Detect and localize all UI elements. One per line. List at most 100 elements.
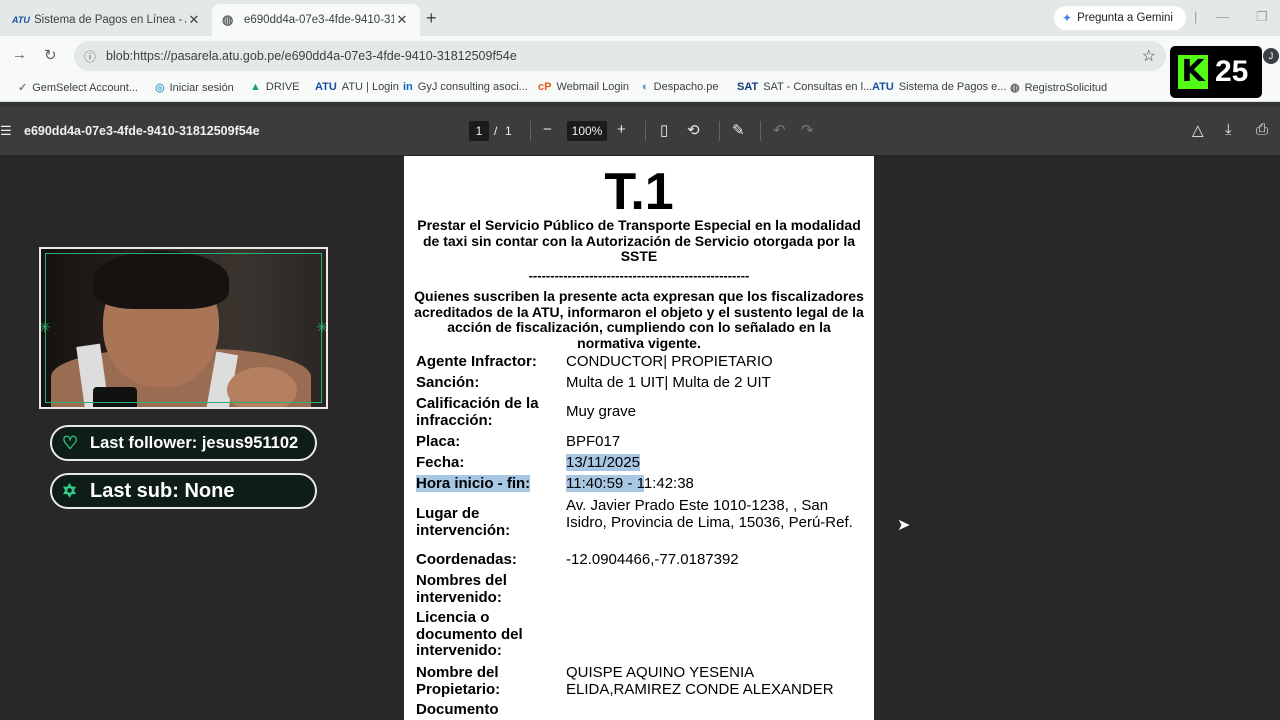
bookmark-label: GemSelect Account... [32,81,138,94]
field-label-licencia: Licencia o documento del intervenido: [416,609,523,659]
drive-save-icon[interactable]: △ [1192,121,1204,139]
mouse-cursor-icon: ➤ [897,517,911,534]
bookmark-registro[interactable]: ◍ RegistroSolicitud [1010,81,1108,95]
field-label-hora-wrap: Hora inicio - fin: [416,475,564,493]
bookmark-star-icon[interactable]: ☆ [1142,46,1156,66]
atu-icon: ATU [315,81,337,93]
kick-badge-number: 25 [1215,55,1249,88]
field-label-calificacion: Calificación de la infracción: [416,395,539,429]
browser-tab-bar: ATU Sistema de Pagos en Línea - AT ✕ ◍ e… [0,0,1280,36]
field-value-hora-rest: 1:42:38 [643,475,694,492]
gemini-label: Pregunta a Gemini [1077,12,1173,24]
print-icon[interactable]: ⎙ [1256,121,1268,138]
globe-icon: ◍ [222,12,234,27]
bookmark-iniciar-sesion[interactable]: ◎ Iniciar sesión [155,81,234,95]
tab-title: Sistema de Pagos en Línea - AT [34,14,186,26]
field-label-fecha: Fecha: [416,454,465,471]
document-subtitle: Prestar el Servicio Público de Transport… [417,217,861,264]
field-label-placa: Placa: [416,433,461,450]
bookmark-label: Sistema de Pagos e... [898,81,1007,93]
bookmark-atu-login[interactable]: ATU ATU | Login [315,81,399,93]
zoom-out-icon[interactable]: − [543,121,552,138]
last-sub-text: Last sub: None [90,479,235,502]
kick-logo-badge: K 25 [1170,46,1262,98]
linkedin-icon: in [403,81,413,93]
kick-k-icon: K [1178,55,1208,89]
document-divider: ----------------------------------------… [528,268,750,283]
login-icon: ◎ [155,82,165,94]
field-label-hora: Hora inicio - fin: [416,475,531,492]
field-label-coordenadas: Coordenadas: [416,551,517,568]
toolbar-divider [530,121,531,141]
bookmark-label: Despacho.pe [653,81,719,93]
webmail-icon: cP [538,81,552,93]
new-tab-button[interactable]: + [426,8,437,29]
fit-page-icon[interactable]: ▯ [660,121,668,139]
last-follower-text: Last follower: jesus951102 [90,433,299,452]
tab-sistema-pagos[interactable]: ATU Sistema de Pagos en Línea - AT ✕ [2,4,212,36]
page-separator: / [494,124,498,138]
field-value-fecha-wrap: 13/11/2025 [566,454,866,472]
field-label-sancion: Sanción: [416,374,480,391]
menu-icon[interactable]: ☰ [0,123,12,139]
field-value-propietario: QUISPE AQUINO YESENIA ELIDA,RAMIREZ COND… [566,664,834,698]
bookmarks-bar: ✓ GemSelect Account... ◎ Iniciar sesión ▲ D… [0,76,1280,102]
webcam-frame [45,253,322,403]
star-icon: ✡ [62,480,78,501]
site-info-icon[interactable]: ⓘ [84,48,96,65]
bookmark-label: SAT - Consultas en l... [763,81,873,93]
address-bar[interactable]: ⓘ blob:https://pasarela.atu.gob.pe/e690d… [74,41,1166,71]
rotate-icon[interactable]: ⟲ [687,121,700,139]
pdf-page: T.1 Prestar el Servicio Público de Trans… [404,156,874,720]
field-label-documento: Documento [416,701,499,718]
pdf-filename: e690dd4a-07e3-4fde-9410-31812509f54e [24,124,260,138]
bookmark-webmail[interactable]: cP Webmail Login [538,81,629,93]
undo-icon[interactable]: ↶ [773,121,786,139]
bookmark-sat[interactable]: SAT SAT - Consultas en l... [737,81,872,93]
field-value-hora-highlighted: 11:40:59 - 1 [566,475,644,492]
profile-avatar[interactable]: J [1263,48,1279,64]
forward-arrow-icon[interactable]: → [12,46,27,63]
bookmark-label: RegistroSolicitud [1024,81,1108,94]
frame-ornament-icon: ✳ [316,319,328,335]
document-intro: Quienes suscriben la presente acta expre… [414,288,864,351]
zoom-in-icon[interactable]: + [617,121,626,138]
close-tab-icon[interactable]: ✕ [186,12,202,28]
minimize-icon[interactable]: — [1216,9,1229,24]
sat-icon: SAT [737,81,759,93]
maximize-icon[interactable]: ❐ [1256,9,1268,25]
bookmark-drive[interactable]: ▲ DRIVE [250,81,300,93]
bookmark-label: GyJ consulting asoci... [417,81,528,93]
field-label-agente: Agente Infractor: [416,353,537,370]
bookmark-label: Iniciar sesión [169,81,234,94]
browser-toolbar: → ↻ ⓘ blob:https://pasarela.atu.gob.pe/e… [0,36,1280,76]
field-value-agente: CONDUCTOR| PROPIETARIO [566,353,773,370]
reload-icon[interactable]: ↻ [44,46,57,64]
toolbar-divider [719,121,720,141]
tab-pdf-blob[interactable]: ◍ e690dd4a-07e3-4fde-9410-318 ✕ [212,4,420,36]
bookmark-gemselect[interactable]: ✓ GemSelect Account... [18,81,138,95]
close-tab-icon[interactable]: ✕ [394,12,410,28]
zoom-input[interactable]: 100% [567,121,607,141]
url-text: blob:https://pasarela.atu.gob.pe/e690dd4… [106,49,517,63]
field-value-placa: BPF017 [566,433,621,450]
field-label-nombres-intervenido: Nombres del intervenido: [416,572,507,606]
gemini-button[interactable]: ✦ Pregunta a Gemini [1054,6,1186,30]
bookmark-sistema-pagos[interactable]: ATU Sistema de Pagos e... [872,81,1006,93]
bookmark-label: DRIVE [265,81,300,93]
download-icon[interactable]: ⤓ [1225,121,1232,138]
pdf-toolbar: ☰ e690dd4a-07e3-4fde-9410-31812509f54e 1… [0,107,1280,155]
field-value-hora-wrap: 11:40:59 - 11:42:38 [566,475,866,493]
redo-icon[interactable]: ↷ [801,121,814,139]
last-sub-widget: ✡ Last sub: None [50,473,317,509]
drive-icon: ▲ [250,81,261,93]
field-label-propietario: Nombre del Propietario: [416,664,501,698]
despacho-icon: ◐ [642,81,649,93]
gemini-sparkle-icon: ✦ [1062,11,1073,25]
page-number-input[interactable]: 1 [469,121,489,141]
bookmark-despacho[interactable]: ◐ Despacho.pe [642,81,718,93]
atu-favicon-icon: ATU [12,15,30,25]
bookmark-gyj[interactable]: in GyJ consulting asoci... [403,81,528,93]
annotate-icon[interactable]: ✎ [732,121,745,139]
field-label-lugar: Lugar de intervención: [416,505,511,539]
